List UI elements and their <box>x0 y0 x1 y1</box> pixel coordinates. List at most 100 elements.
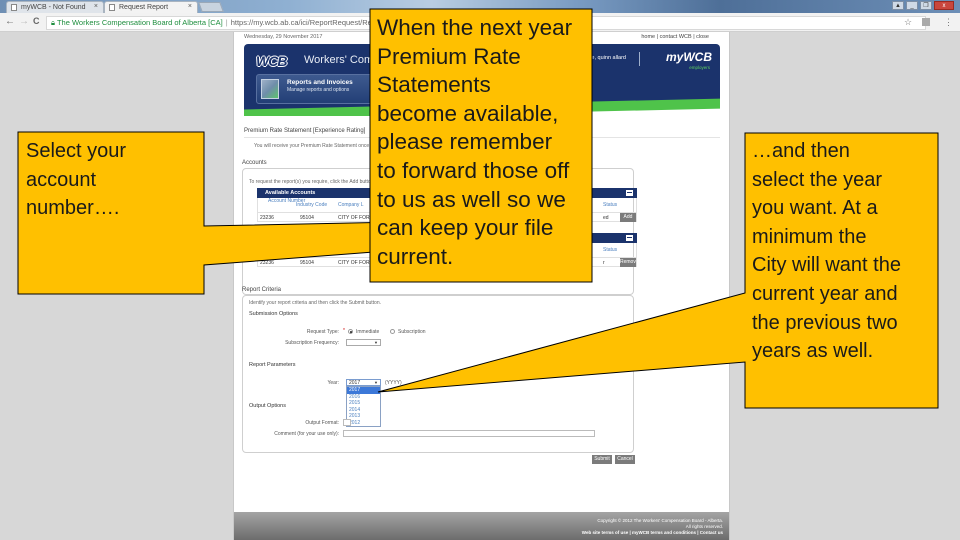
callout-line: Premium Rate <box>377 43 521 69</box>
required-marker: * <box>343 328 345 334</box>
lock-icon: 🔒︎ <box>51 18 55 27</box>
callout-line: can keep your file <box>377 215 554 241</box>
url-text: https://my.wcb.ab.ca/ici/ReportRequest/R… <box>230 18 385 27</box>
callout-line: Select your <box>26 140 127 162</box>
mywcb-subtitle: employers <box>689 65 710 70</box>
accounts-instruction: To request the report(s) you require, cl… <box>249 179 374 185</box>
tab-label: myWCB - Not Found <box>21 4 86 11</box>
year-dropdown-list: 2017 2016 2015 2014 2013 2012 <box>346 386 381 427</box>
callout-line: City will want the <box>752 254 901 277</box>
col-industry-code[interactable]: Industry Code <box>296 202 327 208</box>
report-criteria-panel: Identify your report criteria and then c… <box>242 295 634 453</box>
col-account-number[interactable]: Account Number <box>268 199 305 204</box>
left-callout-text: Select your account number…. <box>26 137 126 223</box>
year-option[interactable]: 2012 <box>347 420 380 427</box>
subscription-frequency-select[interactable]: ▼ <box>346 339 381 346</box>
reports-icon <box>261 79 279 99</box>
callout-line: please remember <box>377 129 553 155</box>
extension-icon[interactable] <box>922 18 930 26</box>
subscription-radio[interactable] <box>390 329 395 334</box>
mywcb-logo: myWCB <box>665 50 712 64</box>
close-tab-icon[interactable]: × <box>188 3 192 10</box>
page-footer: Copyright © 2012 The Workers' Compensati… <box>234 512 729 540</box>
subscription-label: Subscription <box>398 329 426 335</box>
company-name: CITY OF FORT S <box>338 215 378 221</box>
reload-button[interactable]: C <box>33 16 40 26</box>
col-status[interactable]: Status <box>603 202 617 208</box>
callout-line: minimum the <box>752 225 867 248</box>
callout-line: current. <box>377 243 454 269</box>
bookmark-star-icon[interactable]: ☆ <box>904 17 912 28</box>
collapse-icon[interactable] <box>626 235 633 241</box>
user-icon[interactable]: ▲ <box>892 1 904 10</box>
welcome-text: Welcome, quinn allard <box>571 55 626 61</box>
browser-titlebar: myWCB - Not Found × Request Report × ▲ _… <box>0 0 960 13</box>
comment-label: Comment (for your use only): <box>274 431 339 437</box>
remove-button[interactable]: Remove <box>620 258 636 267</box>
page-icon <box>109 4 115 11</box>
window-controls: ▲ _ ❐ x <box>892 1 954 10</box>
report-title: Premium Rate Statement [Experience Ratin… <box>244 128 366 134</box>
cancel-button[interactable]: Cancel <box>615 455 635 464</box>
col-status[interactable]: Status <box>603 247 617 253</box>
wcb-logo[interactable]: WCB <box>256 53 287 69</box>
output-options-heading: Output Options <box>249 403 286 409</box>
add-button[interactable]: Add <box>620 213 636 222</box>
menu-icon[interactable]: ⋮ <box>944 17 953 28</box>
callout-line: become available, <box>377 100 559 126</box>
callout-line: to us as well so we <box>377 186 566 212</box>
dropdown-arrow-icon: ▼ <box>374 340 378 345</box>
site-identity: The Workers Compensation Board of Albert… <box>56 18 223 27</box>
company-name: CITY OF FORT S <box>338 260 378 266</box>
current-date: Wednesday, 29 November 2017 <box>244 34 323 40</box>
status: ed <box>603 215 609 221</box>
new-tab-button[interactable] <box>198 2 224 12</box>
page-icon <box>11 4 17 11</box>
right-callout-text: …and then select the year you want. At a… <box>752 137 901 366</box>
tab-label: Request Report <box>119 4 169 11</box>
accounts-heading: Accounts <box>242 160 267 166</box>
year-select[interactable]: 2017 ▼ <box>346 379 381 386</box>
tab-mywcb-not-found[interactable]: myWCB - Not Found × <box>6 1 104 13</box>
minimize-button[interactable]: _ <box>906 1 918 10</box>
subscription-frequency-label: Subscription Frequency: <box>285 340 339 346</box>
callout-line: to forward those off <box>377 157 570 183</box>
submission-options-heading: Submission Options <box>249 311 298 317</box>
collapse-icon[interactable] <box>626 190 633 196</box>
callout-line: years as well. <box>752 340 874 363</box>
col-company[interactable]: Company L <box>338 202 364 208</box>
callout-line: …and then <box>752 140 850 162</box>
callout-line: select the year <box>752 168 883 191</box>
immediate-radio[interactable] <box>348 329 353 334</box>
reports-title: Reports and Invoices <box>287 79 353 86</box>
industry-code: 95104 <box>300 215 314 221</box>
callout-line: Statements <box>377 72 491 98</box>
close-tab-icon[interactable]: × <box>94 3 98 10</box>
output-format-select[interactable] <box>343 419 351 426</box>
maximize-button[interactable]: ❐ <box>920 1 932 10</box>
industry-code: 95104 <box>300 260 314 266</box>
submit-button[interactable]: Submit <box>592 455 612 464</box>
top-links[interactable]: home | contact WCB | close <box>641 34 709 40</box>
tab-request-report[interactable]: Request Report × <box>104 1 198 13</box>
callout-line: current year and <box>752 282 898 305</box>
output-format-label: Output Format: <box>305 420 339 426</box>
year-hint: (YYYY) <box>385 380 402 386</box>
report-parameters-heading: Report Parameters <box>249 362 296 368</box>
close-window-button[interactable]: x <box>934 1 954 10</box>
screen: myWCB - Not Found × Request Report × ▲ _… <box>0 0 960 540</box>
report-criteria-heading: Report Criteria <box>242 287 282 293</box>
footer-links[interactable]: Web site terms of use | myWCB terms and … <box>582 530 723 535</box>
request-type-label: Request Type: <box>306 329 339 335</box>
status: r <box>603 260 605 266</box>
criteria-instruction: Identify your report criteria and then c… <box>249 300 382 306</box>
comment-input[interactable] <box>343 430 595 437</box>
callout-line: When the next year <box>377 15 573 40</box>
copyright-text: Copyright © 2012 The Workers' Compensati… <box>597 518 723 523</box>
forward-button[interactable]: → <box>19 16 29 27</box>
col-company[interactable]: Company L <box>338 247 364 253</box>
reports-and-invoices-tab[interactable]: Reports and Invoices Manage reports and … <box>256 74 381 104</box>
back-button[interactable]: ← <box>5 16 15 27</box>
account-number[interactable]: 23236 <box>260 215 274 221</box>
callout-line: number…. <box>26 197 120 220</box>
